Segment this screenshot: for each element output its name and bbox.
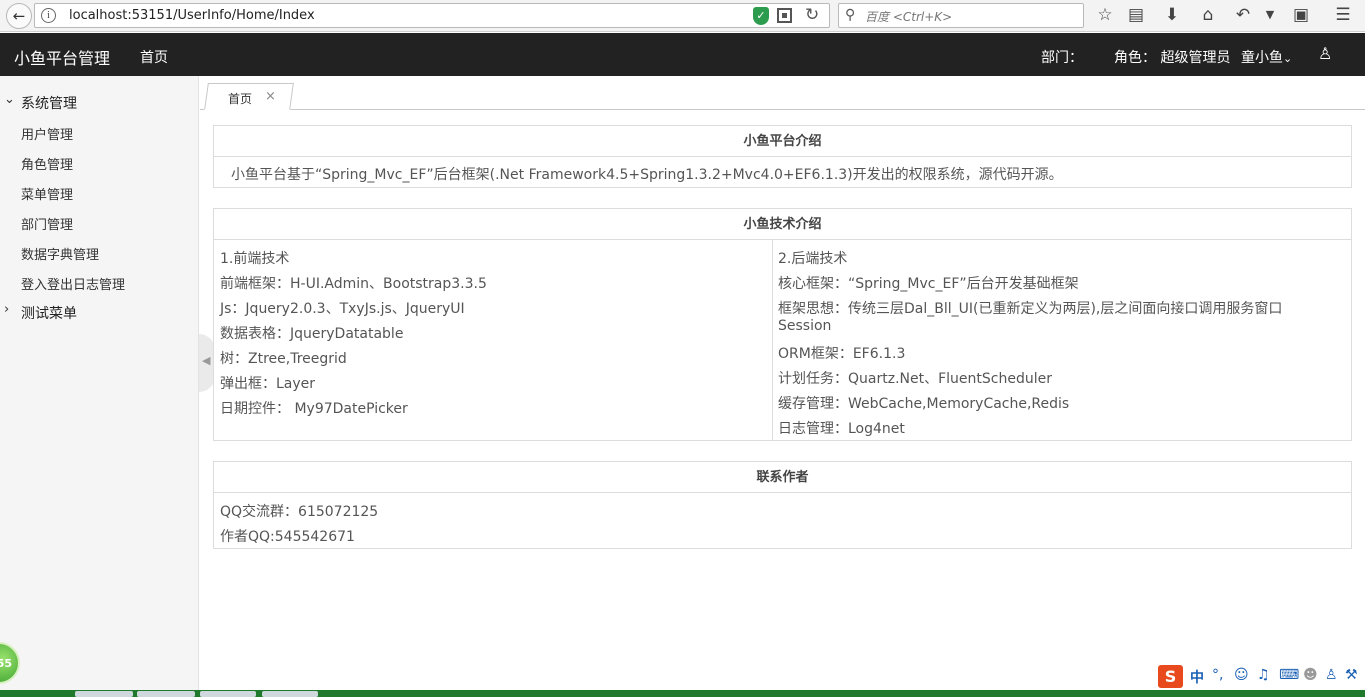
search-placeholder: 百度 <Ctrl+K> bbox=[865, 10, 953, 24]
taskbar-button[interactable] bbox=[75, 691, 133, 697]
tab-close-icon[interactable]: × bbox=[265, 89, 276, 104]
microphone-icon[interactable]: ♫ bbox=[1257, 667, 1270, 683]
frontend-line: Js：Jquery2.0.3、TxyJs.js、JqueryUI bbox=[220, 301, 465, 317]
frontend-line: 前端框架：H-UI.Admin、Bootstrap3.3.5 bbox=[220, 276, 487, 292]
user-center-icon[interactable]: ☻ bbox=[1303, 667, 1318, 683]
chevron-right-icon: › bbox=[4, 302, 10, 317]
download-icon[interactable]: ⬇ bbox=[1161, 5, 1183, 25]
home-icon[interactable]: ⌂ bbox=[1197, 5, 1219, 25]
backend-line: 2.后端技术 bbox=[778, 251, 848, 267]
ime-language-toggle[interactable]: 中 bbox=[1190, 667, 1204, 687]
search-input[interactable]: ⚲ 百度 <Ctrl+K> bbox=[838, 3, 1084, 28]
punctuation-icon[interactable]: °, bbox=[1212, 667, 1223, 683]
sogou-logo-icon[interactable]: S bbox=[1158, 665, 1183, 688]
crop-icon[interactable]: ▣ bbox=[1290, 5, 1312, 25]
url-text: localhost:53151/UserInfo/Home/Index bbox=[69, 8, 315, 23]
backend-line: 缓存管理：WebCache,MemoryCache,Redis bbox=[778, 396, 1070, 412]
panel-title: 小鱼平台介绍 bbox=[214, 126, 1351, 157]
skin-shirt-icon[interactable]: ♙ bbox=[1318, 44, 1332, 63]
frontend-line: 1.前端技术 bbox=[220, 251, 290, 267]
sidebar-item-dictionary-management[interactable]: 数据字典管理 bbox=[21, 244, 99, 266]
user-menu[interactable]: 童小鱼⌄ bbox=[1241, 47, 1292, 67]
browser-toolbar: ← i localhost:53151/UserInfo/Home/Index … bbox=[0, 0, 1365, 32]
chevron-down-icon: ⌄ bbox=[4, 92, 15, 107]
sidebar-group-system[interactable]: ⌄ 系统管理 bbox=[0, 89, 199, 115]
frontend-line: 日期控件： My97DatePicker bbox=[220, 401, 408, 417]
frontend-line: 数据表格：JqueryDatatable bbox=[220, 326, 404, 342]
sidebar-item-user-management[interactable]: 用户管理 bbox=[21, 124, 73, 146]
chevron-down-icon: ⌄ bbox=[1283, 52, 1293, 65]
role-label: 角色： 超级管理员 bbox=[1114, 50, 1231, 66]
backend-line: 计划任务：Quartz.Net、FluentScheduler bbox=[778, 371, 1052, 387]
sidebar-item-login-log-management[interactable]: 登入登出日志管理 bbox=[21, 274, 125, 296]
author-qq-line: 作者QQ:545542671 bbox=[220, 529, 355, 545]
app-title[interactable]: 小鱼平台管理 bbox=[14, 45, 110, 69]
app-header: 小鱼平台管理 首页 部门： 角色： 超级管理员 童小鱼⌄ ♙ bbox=[0, 33, 1365, 76]
contact-author-panel: 联系作者 QQ交流群：615072125 作者QQ:545542671 bbox=[213, 461, 1352, 549]
info-icon[interactable]: i bbox=[41, 8, 56, 23]
taskbar-button[interactable] bbox=[200, 691, 256, 697]
department-label: 部门： bbox=[1041, 50, 1083, 66]
ime-toolbar: S 中 °, ☺ ♫ ⌨ ☻ ♙ ⚒ bbox=[1158, 664, 1365, 690]
frontend-line: 树：Ztree,Treegrid bbox=[220, 351, 347, 367]
search-icon: ⚲ bbox=[845, 7, 856, 23]
back-button[interactable]: ← bbox=[6, 3, 32, 29]
backend-line: 日志管理：Log4net bbox=[778, 421, 905, 437]
undo-icon[interactable]: ↶ bbox=[1232, 5, 1254, 25]
keyboard-icon[interactable]: ⌨ bbox=[1279, 667, 1299, 683]
tab-bar bbox=[200, 76, 1365, 110]
reload-icon[interactable]: ↻ bbox=[805, 5, 819, 25]
bookmark-star-icon[interactable]: ☆ bbox=[1094, 5, 1116, 25]
skin-shirt-icon[interactable]: ♙ bbox=[1325, 667, 1338, 683]
platform-intro-text: 小鱼平台基于“Spring_Mvc_EF”后台框架(.Net Framework… bbox=[231, 167, 1063, 183]
reading-list-icon[interactable]: ▤ bbox=[1125, 5, 1147, 25]
tab-home-label[interactable]: 首页 bbox=[228, 90, 252, 107]
sidebar-item-role-management[interactable]: 角色管理 bbox=[21, 154, 73, 176]
shield-icon[interactable]: ✓ bbox=[753, 7, 769, 25]
platform-intro-panel: 小鱼平台介绍 小鱼平台基于“Spring_Mvc_EF”后台框架(.Net Fr… bbox=[213, 125, 1352, 188]
sidebar-item-department-management[interactable]: 部门管理 bbox=[21, 214, 73, 236]
menu-icon[interactable]: ☰ bbox=[1332, 5, 1354, 25]
user-name: 童小鱼 bbox=[1241, 50, 1283, 66]
chevron-down-icon[interactable]: ▼ bbox=[1259, 8, 1281, 21]
emoji-icon[interactable]: ☺ bbox=[1234, 667, 1249, 683]
sidebar-group-label: 系统管理 bbox=[21, 96, 77, 112]
backend-line: Session bbox=[778, 318, 832, 334]
sidebar: ⌄ 系统管理 用户管理 角色管理 菜单管理 部门管理 数据字典管理 登入登出日志… bbox=[0, 76, 199, 697]
wrench-icon[interactable]: ⚒ bbox=[1345, 667, 1358, 683]
panel-title: 小鱼技术介绍 bbox=[214, 209, 1351, 240]
sidebar-group-label: 测试菜单 bbox=[21, 306, 77, 322]
chevron-left-icon: ◀ bbox=[202, 354, 211, 367]
backend-line: ORM框架：EF6.1.3 bbox=[778, 346, 906, 362]
tech-intro-panel: 小鱼技术介绍 1.前端技术 前端框架：H-UI.Admin、Bootstrap3… bbox=[213, 208, 1352, 441]
qq-group-line: QQ交流群：615072125 bbox=[220, 504, 379, 520]
taskbar-button[interactable] bbox=[137, 691, 195, 697]
sidebar-item-menu-management[interactable]: 菜单管理 bbox=[21, 184, 73, 206]
backend-line: 核心框架：“Spring_Mvc_EF”后台开发基础框架 bbox=[778, 276, 1079, 292]
nav-home-link[interactable]: 首页 bbox=[140, 47, 168, 67]
column-divider bbox=[772, 240, 773, 440]
panel-title: 联系作者 bbox=[214, 462, 1351, 493]
address-bar[interactable]: i localhost:53151/UserInfo/Home/Index ✓ … bbox=[34, 3, 830, 28]
frontend-line: 弹出框：Layer bbox=[220, 376, 316, 392]
sidebar-group-test-menu[interactable]: › 测试菜单 bbox=[0, 299, 199, 325]
backend-line: 框架思想：传统三层Dal_Bll_UI(已重新定义为两层),层之间面向接口调用服… bbox=[778, 301, 1283, 317]
qr-code-icon[interactable] bbox=[777, 8, 792, 23]
taskbar-button[interactable] bbox=[262, 691, 318, 697]
